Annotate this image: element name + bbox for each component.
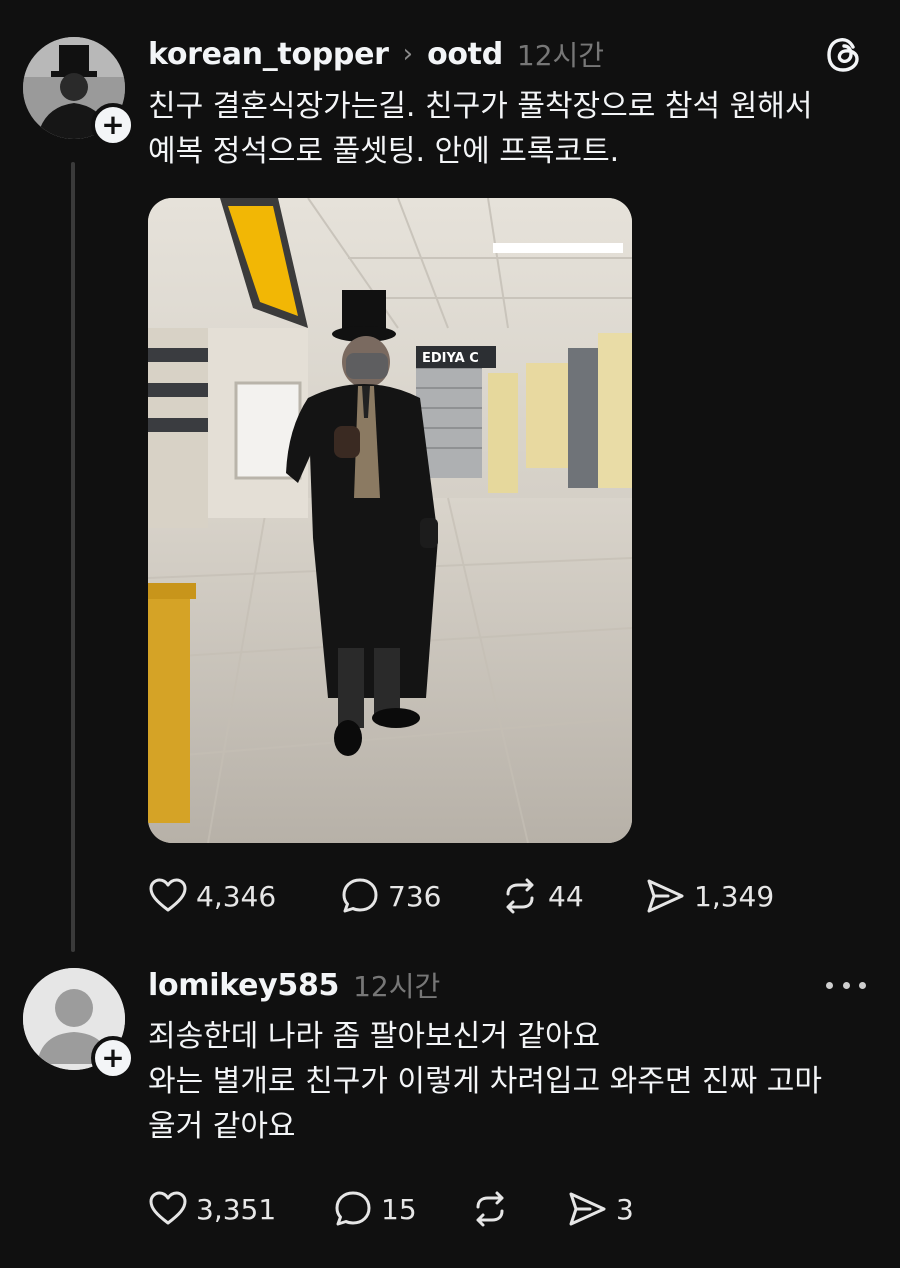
comment-like-button[interactable]: 3,351 xyxy=(148,1189,276,1229)
chevron-right-icon: › xyxy=(402,39,414,69)
plus-icon: + xyxy=(101,108,125,141)
follow-button[interactable]: + xyxy=(91,103,135,147)
comment-text-line: 죄송한데 나라 좀 팔아보신거 같아요 xyxy=(148,1019,601,1054)
heart-icon xyxy=(149,878,187,912)
comment-share-count: 3 xyxy=(616,1192,634,1226)
photo-illustration: EDIYA C xyxy=(148,198,632,843)
like-count: 4,346 xyxy=(196,879,277,913)
post-header: korean_topper › ootd 12시간 xyxy=(148,34,604,74)
repost-icon xyxy=(476,1191,504,1227)
threads-logo-icon[interactable] xyxy=(826,36,862,74)
thread-line xyxy=(71,162,75,952)
post-username[interactable]: korean_topper xyxy=(148,37,389,72)
share-button[interactable]: 1,349 xyxy=(644,876,774,916)
like-button[interactable]: 4,346 xyxy=(148,876,276,916)
comment-header: lomikey585 12시간 xyxy=(148,965,440,1005)
comment-icon xyxy=(335,1191,371,1226)
heart-icon xyxy=(149,1191,187,1225)
post-image[interactable]: EDIYA C xyxy=(148,198,632,843)
comment-icon xyxy=(342,878,378,913)
comment-username[interactable]: lomikey585 xyxy=(148,968,339,1003)
comment-button[interactable]: 736 xyxy=(340,876,441,916)
plus-icon: + xyxy=(101,1041,125,1074)
comment-count: 736 xyxy=(388,879,442,913)
comment-reply-count: 15 xyxy=(381,1192,417,1226)
comment-time: 12시간 xyxy=(353,970,441,1003)
post-text-line: 예복 정석으로 풀셋팅. 안에 프록코트. xyxy=(148,134,620,169)
post-text-line: 친구 결혼식장가는길. 친구가 풀착장으로 참석 원해서 xyxy=(148,89,813,124)
comment-reply-button[interactable]: 15 xyxy=(333,1189,417,1229)
shop-sign-text: EDIYA C xyxy=(422,351,479,366)
repost-count: 44 xyxy=(548,879,584,913)
repost-icon xyxy=(506,878,534,914)
repost-button[interactable]: 44 xyxy=(500,876,584,916)
comment-like-count: 3,351 xyxy=(196,1192,277,1226)
comment-body: 죄송한데 나라 좀 팔아보신거 같아요 와는 별개로 친구가 이렇게 차려입고 … xyxy=(148,1014,888,1149)
more-icon[interactable] xyxy=(826,970,866,1000)
share-count: 1,349 xyxy=(694,879,775,913)
share-icon xyxy=(569,1192,606,1226)
post-time: 12시간 xyxy=(516,39,605,72)
comment-share-button[interactable]: 3 xyxy=(566,1189,634,1229)
share-icon xyxy=(647,879,684,913)
comment-follow-button[interactable]: + xyxy=(91,1036,135,1080)
comment-text-line: 와는 별개로 친구가 이렇게 차려입고 와주면 진짜 고마 xyxy=(148,1064,822,1099)
comment-repost-button[interactable] xyxy=(470,1189,518,1229)
post-body: 친구 결혼식장가는길. 친구가 풀착장으로 참석 원해서 예복 정석으로 풀셋팅… xyxy=(148,84,878,174)
post-tag[interactable]: ootd xyxy=(427,37,503,72)
comment-text-line: 울거 같아요 xyxy=(148,1109,296,1144)
